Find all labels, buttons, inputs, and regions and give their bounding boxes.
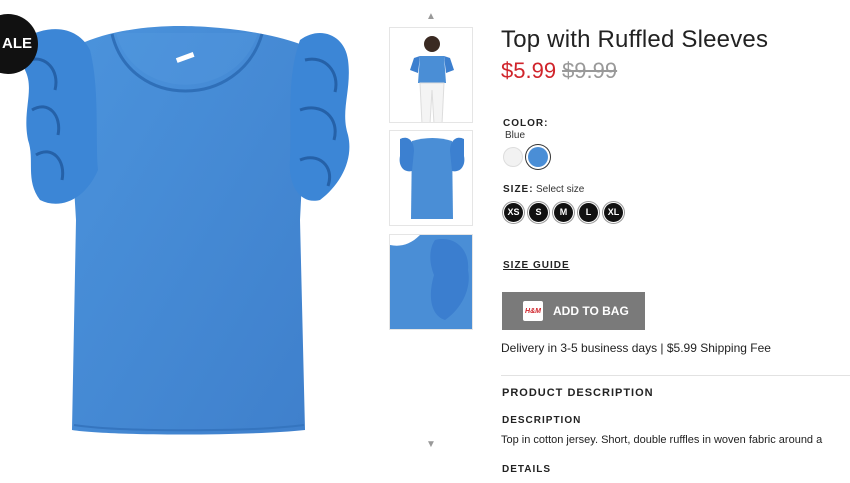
price: $5.99 $9.99: [501, 58, 617, 84]
add-to-bag-button[interactable]: H&M ADD TO BAG: [502, 292, 645, 330]
add-to-bag-label: ADD TO BAG: [553, 304, 629, 318]
sale-price: $5.99: [501, 58, 557, 83]
size-l-button[interactable]: L: [579, 203, 598, 222]
selected-color: Blue: [505, 130, 526, 141]
chevron-down-icon[interactable]: ▼: [426, 440, 436, 450]
product-detail-photo: [390, 235, 472, 329]
size-xl-button[interactable]: XL: [604, 203, 623, 222]
chevron-up-icon[interactable]: ▲: [426, 12, 436, 22]
shopping-bag-icon: H&M: [523, 301, 543, 321]
delivery-info: Delivery in 3-5 business days | $5.99 Sh…: [501, 341, 771, 355]
size-guide-link[interactable]: SIZE GUIDE: [503, 260, 570, 271]
description-heading: DESCRIPTION: [502, 415, 582, 426]
product-title: Top with Ruffled Sleeves: [501, 26, 769, 53]
divider: [501, 375, 850, 376]
swatch-white[interactable]: [503, 147, 523, 167]
thumbnail-product-front[interactable]: [389, 130, 473, 226]
thumbnail-model[interactable]: [389, 27, 473, 123]
details-heading[interactable]: DETAILS: [502, 464, 551, 475]
main-product-image[interactable]: ALE: [0, 0, 380, 483]
color-label: COLOR:: [503, 118, 549, 129]
size-s-button[interactable]: S: [529, 203, 548, 222]
size-hint: Select size: [536, 184, 585, 195]
swatch-blue[interactable]: [528, 147, 548, 167]
size-label: SIZE:: [503, 184, 534, 195]
product-front-photo: [399, 137, 465, 219]
original-price: $9.99: [562, 58, 618, 83]
product-description-heading[interactable]: PRODUCT DESCRIPTION: [502, 387, 654, 399]
model-photo: [410, 36, 454, 122]
blue-top-illustration: [20, 26, 350, 435]
size-m-button[interactable]: M: [554, 203, 573, 222]
description-text: Top in cotton jersey. Short, double ruff…: [501, 434, 823, 446]
size-xs-button[interactable]: XS: [504, 203, 523, 222]
thumbnail-product-detail[interactable]: [389, 234, 473, 330]
